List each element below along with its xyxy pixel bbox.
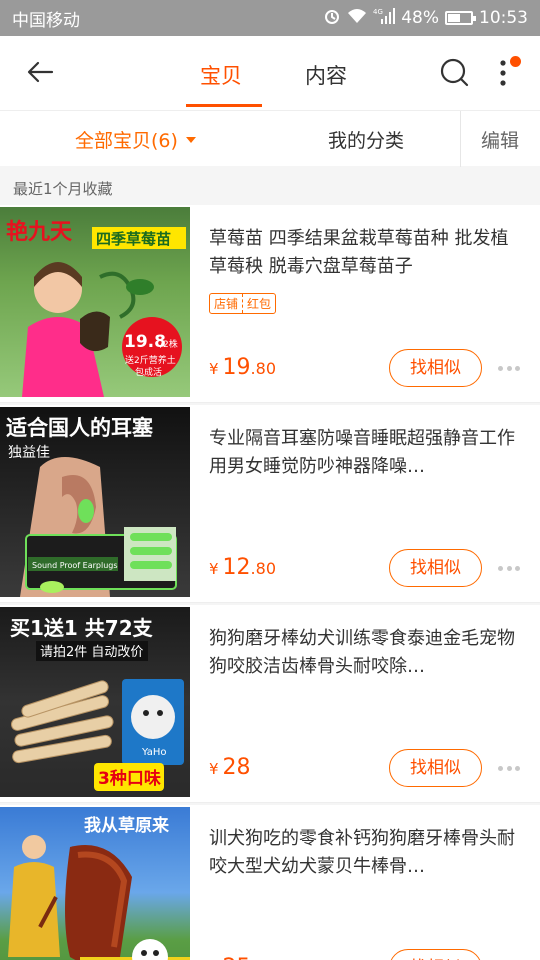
status-bar: 中国移动 4G 48% 10:53 [0,0,540,36]
svg-text:4G: 4G [373,8,383,16]
more-options-icon[interactable] [498,366,520,372]
filter-my-categories[interactable]: 我的分类 [328,126,404,153]
list-item[interactable]: 买1送1 共72支 请拍2件 自动改价 YaHo 3种口味 狗狗磨牙棒幼犬训练零… [0,605,540,803]
thumb-headline: 买1送1 共72支 [10,616,154,640]
tag-shop: 店铺 [214,297,239,311]
find-similar-button[interactable]: 找相似 [389,749,482,787]
item-title[interactable]: 草莓苗 四季结果盆栽草莓苗种 批发植草莓秧 脱毒穴盘草莓苗子 [209,225,519,281]
caret-down-icon [185,136,196,143]
thumb-brand: 独益佳 [8,445,50,461]
thumb-bag-brand: YaHo [141,747,167,758]
product-image[interactable]: 我从草原来 [0,807,190,960]
item-title[interactable]: 训犬狗吃的零食补钙狗狗磨牙棒骨头耐咬大型犬幼犬蒙贝牛棒骨… [209,825,519,881]
price-integer: 25 [223,955,251,960]
tab-content[interactable]: 内容 [305,60,347,90]
item-price: ¥28 [209,755,251,780]
thumb-badge: 3种口味 [98,768,161,789]
thumb-headline: 我从草原来 [84,815,170,836]
wifi-icon [347,8,367,29]
more-menu-button[interactable] [493,56,521,90]
filter-bar: 全部宝贝(6) 我的分类 编辑 [0,110,540,167]
alarm-icon [323,7,341,30]
find-similar-button[interactable]: 找相似 [389,949,482,960]
section-title: 最近1个月收藏 [13,180,113,198]
thumb-badge-line1: 送2斤营养土 [125,354,176,366]
notification-dot [510,56,521,67]
nav-bar: 宝贝 内容 [0,36,540,110]
price-integer: 19 [222,355,251,380]
item-price: ¥25 [209,955,251,960]
price-currency: ¥ [209,760,219,778]
thumb-package-label: Sound Proof Earplugs [32,561,118,570]
item-title[interactable]: 狗狗磨牙棒幼犬训练零食泰迪金毛宠物狗咬胶洁齿棒骨头耐咬除… [209,625,519,681]
active-tab-indicator [186,104,262,107]
list-item[interactable]: 艳九天 四季草莓苗 19.8 /2株 送2斤营养土 包成活 草莓苗 四季结果盆栽… [0,205,540,403]
more-options-icon[interactable] [498,566,520,572]
item-title[interactable]: 专业隔音耳塞防噪音睡眠超强静音工作用男女睡觉防吵神器降噪… [209,425,519,481]
thumb-badge-unit: /2株 [160,338,178,350]
search-icon [440,58,469,87]
thumb-badge-line2: 包成活 [135,366,162,378]
find-similar-button[interactable]: 找相似 [389,349,482,387]
battery-percent: 48% [401,8,439,28]
thumb-subline: 请拍2件 自动改价 [40,645,143,660]
thumb-headline: 艳九天 [6,219,73,245]
product-image[interactable]: 艳九天 四季草莓苗 19.8 /2株 送2斤营养土 包成活 [0,207,190,397]
signal-icon: 4G [373,7,396,30]
more-options-icon[interactable] [498,766,520,772]
edit-button[interactable]: 编辑 [481,126,519,153]
product-image[interactable]: Sound Proof Earplugs 适合国人的耳塞 独益佳 [0,407,190,597]
tag-red-packet: 红包 [242,294,275,313]
back-arrow-icon [27,61,54,83]
price-currency: ¥ [209,360,219,378]
battery-icon [445,11,476,25]
price-currency: ¥ [209,560,219,578]
item-price: ¥19.80 [209,355,276,380]
price-integer: 12 [222,555,251,580]
search-button[interactable] [437,56,471,90]
item-price: ¥12.80 [209,555,276,580]
filter-all-label: 全部宝贝(6) [75,130,178,152]
find-similar-button[interactable]: 找相似 [389,549,482,587]
thumb-headline: 适合国人的耳塞 [6,416,154,440]
carrier-name: 中国移动 [12,10,80,31]
price-integer: 28 [222,755,251,780]
thumb-subline: 四季草莓苗 [96,230,171,248]
back-button[interactable] [22,54,58,90]
price-decimal: .80 [250,359,276,378]
list-item[interactable]: Sound Proof Earplugs 适合国人的耳塞 独益佳 专业隔音耳塞防… [0,405,540,603]
tab-items[interactable]: 宝贝 [200,60,242,90]
list-item[interactable]: 我从草原来 训犬狗吃的零食补钙狗狗磨牙棒骨头耐咬大型犬幼犬蒙贝牛棒骨… ¥25 … [0,805,540,960]
clock: 10:53 [479,8,528,28]
divider [460,111,461,167]
filter-all-items[interactable]: 全部宝贝(6) [75,126,196,153]
price-decimal: .80 [250,559,276,578]
item-tags: 店铺 红包 [209,293,277,314]
product-image[interactable]: 买1送1 共72支 请拍2件 自动改价 YaHo 3种口味 [0,607,190,797]
